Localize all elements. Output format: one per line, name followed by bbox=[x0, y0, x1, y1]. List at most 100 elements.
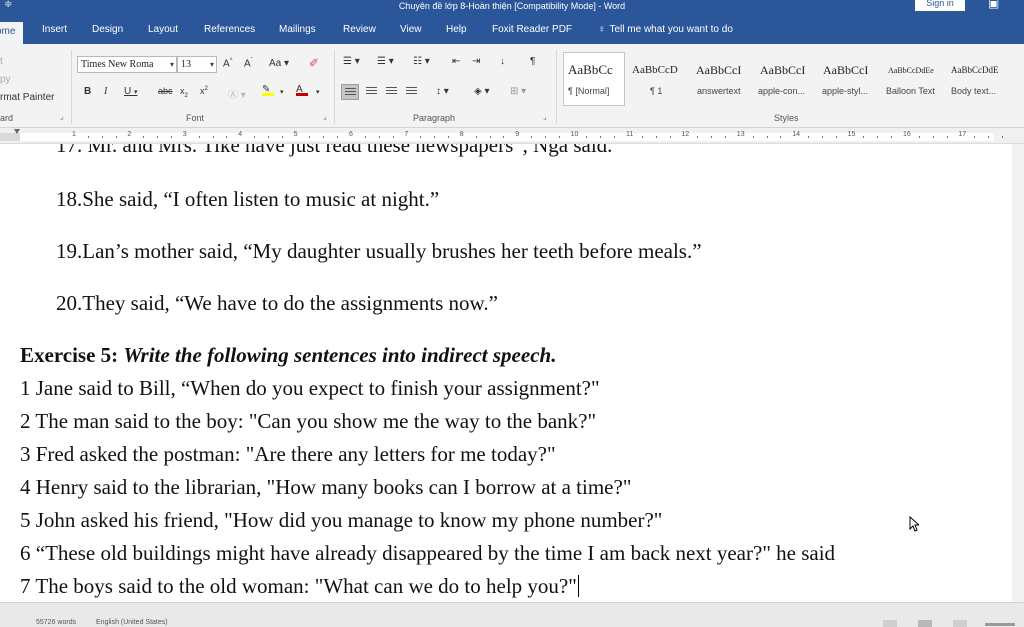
tab-home[interactable]: ome bbox=[0, 22, 24, 46]
tab-help[interactable]: Help bbox=[446, 24, 467, 35]
style-preview-apple-style: AaBbCcI bbox=[823, 63, 869, 77]
ruler-tick bbox=[364, 136, 366, 138]
ruler-tick bbox=[711, 136, 713, 138]
style-preview-normal: AaBbCc bbox=[568, 62, 613, 77]
vertical-scrollbar[interactable] bbox=[1012, 144, 1024, 602]
style-name-body-text: Body text... bbox=[951, 86, 997, 96]
ruler-tick bbox=[780, 136, 782, 138]
format-painter-button[interactable]: rmat Painter bbox=[0, 92, 54, 103]
ruler-tick bbox=[420, 136, 422, 138]
ruler-number: 5 bbox=[293, 131, 298, 138]
tab-view[interactable]: View bbox=[400, 24, 422, 35]
style-preview-answertext: AaBbCcI bbox=[696, 63, 742, 77]
font-color-button[interactable]: A bbox=[296, 84, 308, 96]
tab-foxit-reader-pdf[interactable]: Foxit Reader PDF bbox=[492, 24, 572, 35]
paragraph-launcher-icon[interactable]: ⌟ bbox=[543, 112, 547, 121]
tab-design[interactable]: Design bbox=[92, 24, 123, 35]
tab-mailings[interactable]: Mailings bbox=[279, 24, 316, 35]
tab-review[interactable]: Review bbox=[343, 24, 376, 35]
ruler-number: 3 bbox=[182, 131, 187, 138]
copy-button[interactable]: py bbox=[0, 74, 11, 85]
read-mode-button[interactable] bbox=[883, 620, 897, 627]
sign-in-button[interactable]: Sign in bbox=[915, 0, 965, 11]
strikethrough-button[interactable]: abc bbox=[158, 86, 173, 96]
align-center-button[interactable] bbox=[363, 84, 381, 100]
style-normal[interactable] bbox=[563, 52, 625, 106]
style-answertext[interactable] bbox=[694, 52, 756, 106]
tab-layout[interactable]: Layout bbox=[148, 24, 178, 35]
ruler-number: 6 bbox=[349, 131, 353, 138]
clipboard-cut-fragment[interactable]: t bbox=[0, 56, 3, 67]
exercise-heading: Exercise 5: Write the following sentence… bbox=[20, 342, 556, 368]
ruler-number: 4 bbox=[238, 131, 243, 138]
align-left-button[interactable] bbox=[341, 84, 359, 100]
numbering-button[interactable]: ☰ ▾ bbox=[377, 56, 394, 67]
horizontal-ruler[interactable]: 1 2 3 4 5 6 7 8 9 10 11 12 13 14 15 16 17 bbox=[0, 128, 1024, 144]
sort-button[interactable]: ↓ bbox=[500, 56, 505, 67]
grow-font-button[interactable]: A^ bbox=[223, 58, 233, 69]
paragraph-group-label: Paragraph bbox=[413, 113, 456, 123]
ruler-tick bbox=[198, 136, 200, 138]
word-count[interactable]: 55726 words bbox=[36, 619, 76, 626]
chevron-down-icon[interactable]: ▾ bbox=[316, 88, 320, 96]
document-page[interactable]: 17. Mr. and Mrs. Tike have just read the… bbox=[0, 144, 1012, 602]
style-body-text[interactable] bbox=[948, 52, 1010, 106]
indent-marker-icon[interactable] bbox=[14, 129, 20, 135]
font-launcher-icon[interactable]: ⌟ bbox=[323, 112, 327, 121]
decrease-indent-button[interactable]: ⇤ bbox=[452, 56, 460, 67]
ruler-number: 7 bbox=[404, 131, 409, 138]
clipboard-launcher-icon[interactable]: ⌟ bbox=[60, 112, 64, 121]
clear-formatting-icon[interactable]: ✐ bbox=[309, 56, 319, 70]
ruler-number: 11 bbox=[626, 131, 634, 138]
change-case-button[interactable]: Aa ▾ bbox=[269, 58, 289, 69]
font-name-combo[interactable]: Times New Roma ▾ bbox=[77, 56, 177, 73]
tab-references[interactable]: References bbox=[204, 24, 255, 35]
align-right-button[interactable] bbox=[383, 84, 401, 100]
ruler-tick bbox=[267, 136, 269, 138]
ruler-tick bbox=[988, 136, 990, 138]
ruler-tick bbox=[281, 136, 283, 138]
zoom-slider[interactable] bbox=[985, 623, 1015, 626]
font-group-label: Font bbox=[186, 113, 205, 123]
highlight-color-button[interactable]: ✎ bbox=[262, 84, 274, 96]
increase-indent-button[interactable]: ⇥ bbox=[472, 56, 480, 67]
ruler-number: 2 bbox=[127, 131, 132, 138]
tab-home-label: ome bbox=[0, 26, 16, 37]
ribbon-separator bbox=[334, 50, 335, 124]
shrink-font-button[interactable]: Aˇ bbox=[244, 58, 253, 69]
chevron-down-icon[interactable]: ▾ bbox=[280, 88, 284, 96]
web-layout-button[interactable] bbox=[953, 620, 967, 627]
style-balloon-text[interactable] bbox=[884, 52, 946, 106]
style-1[interactable] bbox=[628, 52, 690, 106]
show-formatting-button[interactable]: ¶ bbox=[530, 56, 535, 67]
print-layout-button[interactable] bbox=[918, 620, 932, 627]
ribbon-separator bbox=[556, 50, 557, 124]
justify-button[interactable] bbox=[403, 84, 421, 100]
ruler-tick bbox=[877, 136, 879, 138]
tab-insert[interactable]: Insert bbox=[42, 24, 67, 35]
language-indicator[interactable]: English (United States) bbox=[96, 619, 168, 626]
ruler-tick bbox=[974, 136, 976, 138]
style-apple-style[interactable] bbox=[822, 52, 884, 106]
borders-button[interactable]: ⊞ ▾ bbox=[510, 86, 526, 97]
ruler-number: 17 bbox=[958, 131, 967, 138]
text-caret bbox=[577, 575, 579, 597]
mouse-pointer-icon bbox=[909, 516, 919, 532]
italic-button[interactable]: I bbox=[104, 86, 107, 97]
multilevel-list-button[interactable]: ☷ ▾ bbox=[413, 56, 430, 67]
ruler-number: 14 bbox=[792, 131, 800, 138]
bold-button[interactable]: B bbox=[84, 86, 91, 97]
tell-me-search[interactable]: ♀ Tell me what you want to do bbox=[598, 24, 733, 35]
bullets-button[interactable]: ☰ ▾ bbox=[343, 56, 360, 67]
style-apple-converted[interactable] bbox=[758, 52, 820, 106]
text-effects-icon[interactable]: Ⓐ ▾ bbox=[228, 86, 246, 101]
font-color-a-icon: A bbox=[296, 84, 303, 95]
underline-button[interactable]: U ▾ bbox=[124, 86, 138, 97]
highlighter-icon: ✎ bbox=[262, 84, 271, 95]
line-spacing-button[interactable]: ↕ ▾ bbox=[436, 86, 449, 97]
subscript-button[interactable]: x2 bbox=[180, 86, 188, 99]
font-size-combo[interactable]: 13 ▾ bbox=[177, 56, 217, 73]
superscript-button[interactable]: x2 bbox=[200, 86, 208, 96]
ribbon-display-options-icon[interactable]: ▣ bbox=[988, 0, 999, 10]
shading-button[interactable]: ◈ ▾ bbox=[474, 86, 490, 97]
